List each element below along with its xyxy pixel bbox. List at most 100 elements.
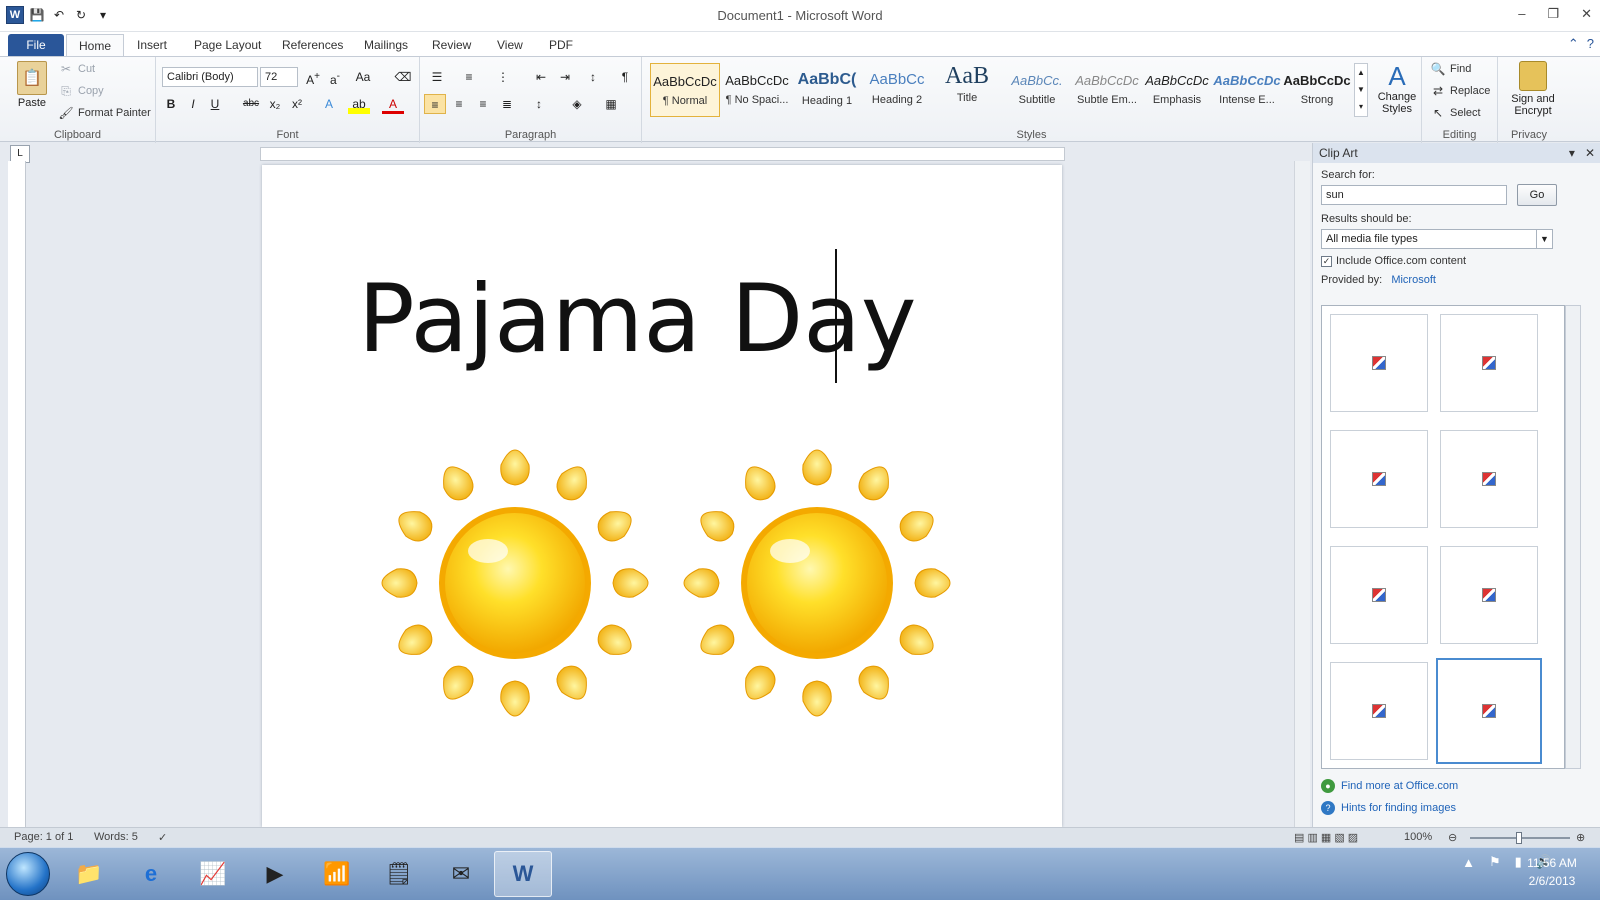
font-color-icon[interactable]: A (382, 94, 404, 114)
internet-explorer-taskbar-icon[interactable]: e (122, 851, 180, 897)
document-scrollbar[interactable] (1294, 161, 1310, 827)
clip-result[interactable] (1330, 430, 1428, 528)
font-name-combo[interactable]: Calibri (Body) (162, 67, 258, 87)
text-effects-icon[interactable]: A (318, 94, 340, 114)
style-normal[interactable]: AaBbCcDc ¶ Normal (650, 63, 720, 117)
borders-icon[interactable]: ▦ (600, 94, 622, 114)
tab-insert[interactable]: Insert (125, 34, 179, 56)
select-button[interactable]: ↖ Select (1430, 105, 1481, 121)
provider-link[interactable]: Microsoft (1391, 274, 1436, 286)
find-button[interactable]: 🔍 Find (1430, 61, 1472, 77)
align-center-icon[interactable]: ≡ (448, 94, 470, 114)
action-center-flag-icon[interactable]: ⚑ (1489, 854, 1501, 870)
zoom-level[interactable]: 100% (1404, 831, 1432, 843)
bold-icon[interactable]: B (160, 94, 182, 114)
minimize-icon[interactable]: – (1518, 6, 1525, 22)
grow-font-icon[interactable]: A+ (302, 67, 324, 87)
style-strong[interactable]: AaBbCcDc Strong (1282, 63, 1352, 117)
close-icon[interactable]: ✕ (1581, 6, 1592, 22)
results-scrollbar[interactable] (1565, 305, 1581, 769)
tab-page-layout[interactable]: Page Layout (182, 34, 273, 56)
font-size-combo[interactable]: 72 (260, 67, 298, 87)
styles-gallery-scroll[interactable]: ▲ ▼ ▾ (1354, 63, 1368, 117)
outlook-taskbar-icon[interactable]: ✉ (432, 851, 490, 897)
strikethrough-icon[interactable]: abc (240, 94, 262, 114)
sun-clipart-left[interactable] (370, 433, 660, 733)
multilevel-list-icon[interactable]: ⋮ (492, 67, 514, 87)
superscript-icon[interactable]: x² (286, 94, 308, 114)
tab-file[interactable]: File (8, 34, 64, 56)
restore-icon[interactable]: ❐ (1547, 6, 1559, 22)
paste-button[interactable]: 📋 Paste (10, 61, 54, 123)
explorer-taskbar-icon[interactable]: 📁 (60, 851, 118, 897)
help-icon[interactable]: ? (1587, 36, 1594, 52)
shading-icon[interactable]: ◈ (566, 94, 588, 114)
style-subtitle[interactable]: AaBbCc. Subtitle (1002, 63, 1072, 117)
style-no-spacing[interactable]: AaBbCcDc ¶ No Spaci... (722, 63, 792, 117)
proofing-icon[interactable]: ✓ (158, 831, 167, 844)
bullets-icon[interactable]: ☰ (426, 67, 448, 87)
search-input[interactable]: sun (1321, 185, 1507, 205)
clip-result[interactable] (1330, 662, 1428, 760)
subscript-icon[interactable]: x₂ (264, 94, 286, 114)
view-buttons[interactable]: ▤ ▥ ▦ ▧ ▨ (1294, 831, 1358, 844)
sort-icon[interactable]: ↕ (582, 67, 604, 87)
clip-result-selected[interactable] (1436, 658, 1542, 764)
highlight-icon[interactable]: ab (348, 94, 370, 114)
shrink-font-icon[interactable]: a- (324, 67, 346, 87)
format-painter-button[interactable]: 🖌 Format Painter (58, 105, 150, 121)
pane-options-icon[interactable]: ▾ (1569, 146, 1575, 160)
hints-link[interactable]: ? Hints for finding images (1321, 801, 1456, 815)
chart-app-taskbar-icon[interactable]: 📈 (184, 851, 242, 897)
minimize-ribbon-icon[interactable]: ⌃ (1568, 36, 1579, 52)
horizontal-ruler[interactable] (260, 147, 1065, 161)
document-heading[interactable]: Pajama Day (358, 265, 916, 374)
change-styles-button[interactable]: A Change Styles (1374, 61, 1420, 115)
style-subtle-emphasis[interactable]: AaBbCcDc Subtle Em... (1072, 63, 1142, 117)
zoom-slider-thumb[interactable] (1516, 832, 1522, 844)
decrease-indent-icon[interactable]: ⇤ (530, 67, 552, 87)
tab-home[interactable]: Home (66, 34, 125, 56)
style-title[interactable]: AaB Title (932, 63, 1002, 117)
find-more-link[interactable]: ● Find more at Office.com (1321, 779, 1458, 793)
media-type-select[interactable]: All media file types ▼ (1321, 229, 1553, 249)
clip-result[interactable] (1330, 546, 1428, 644)
document-page[interactable]: Pajama Day (262, 165, 1062, 827)
dropdown-arrow-icon[interactable]: ▼ (1536, 230, 1552, 248)
zoom-out-icon[interactable]: ⊖ (1448, 831, 1457, 844)
underline-icon[interactable]: U (204, 94, 226, 114)
sticky-notes-taskbar-icon[interactable]: 🗒 (370, 851, 428, 897)
sign-encrypt-button[interactable]: Sign and Encrypt (1502, 61, 1564, 117)
clip-result[interactable] (1440, 430, 1538, 528)
clip-result[interactable] (1440, 546, 1538, 644)
clear-formatting-icon[interactable]: ⌫ (392, 67, 414, 87)
start-button[interactable] (6, 852, 50, 896)
style-emphasis[interactable]: AaBbCcDc Emphasis (1142, 63, 1212, 117)
word-taskbar-icon[interactable]: W (494, 851, 552, 897)
checkbox-checked-icon[interactable]: ✓ (1321, 255, 1332, 267)
zoom-in-icon[interactable]: ⊕ (1576, 831, 1585, 844)
tab-pdf[interactable]: PDF (537, 34, 585, 56)
change-case-icon[interactable]: Aa (352, 67, 374, 87)
copy-button[interactable]: ⎘ Copy (58, 83, 104, 99)
style-intense-emphasis[interactable]: AaBbCcDc Intense E... (1212, 63, 1282, 117)
align-left-icon[interactable]: ≡ (424, 94, 446, 114)
word-count[interactable]: Words: 5 (94, 831, 138, 843)
media-player-taskbar-icon[interactable]: ▶ (246, 851, 304, 897)
clip-result[interactable] (1440, 314, 1538, 412)
italic-icon[interactable]: I (182, 94, 204, 114)
justify-icon[interactable]: ≣ (496, 94, 518, 114)
align-right-icon[interactable]: ≡ (472, 94, 494, 114)
cut-button[interactable]: ✂ Cut (58, 61, 95, 77)
tab-view[interactable]: View (485, 34, 535, 56)
sun-clipart-right[interactable] (672, 433, 962, 733)
numbering-icon[interactable]: ≡ (458, 67, 480, 87)
line-spacing-icon[interactable]: ↕ (528, 94, 550, 114)
tab-review[interactable]: Review (420, 34, 483, 56)
style-heading-1[interactable]: AaBbC( Heading 1 (792, 63, 862, 117)
show-formatting-icon[interactable]: ¶ (614, 67, 636, 87)
network-taskbar-icon[interactable]: 📶 (308, 851, 366, 897)
increase-indent-icon[interactable]: ⇥ (554, 67, 576, 87)
pane-close-icon[interactable]: ✕ (1585, 146, 1595, 160)
tab-mailings[interactable]: Mailings (352, 34, 420, 56)
